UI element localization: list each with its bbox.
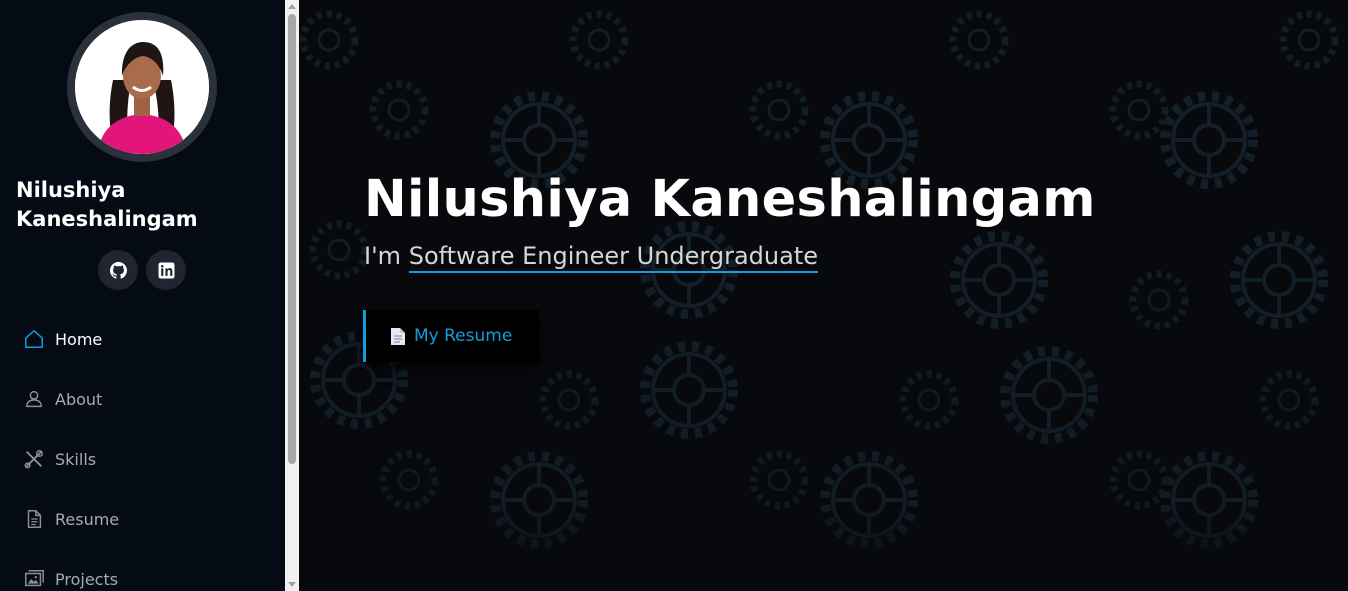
- nav-label-home: Home: [55, 329, 103, 349]
- profile-name: Nilushiya Kaneshalingam: [16, 178, 198, 231]
- scroll-down-arrow-icon[interactable]: [288, 582, 296, 587]
- images-icon: [22, 567, 46, 591]
- sidebar: Nilushiya Kaneshalingam Home About Skill…: [0, 0, 285, 591]
- tools-icon: [22, 447, 46, 471]
- hero-prefix: I'm: [364, 242, 402, 270]
- scrollbar-thumb[interactable]: [288, 14, 296, 464]
- github-link[interactable]: [98, 250, 138, 290]
- my-resume-label: My Resume: [414, 326, 513, 346]
- linkedin-link[interactable]: [146, 250, 186, 290]
- nav-label-skills: Skills: [55, 449, 97, 469]
- home-icon: [22, 327, 46, 351]
- linkedin-icon: [158, 262, 174, 278]
- nav-item-projects[interactable]: Projects: [22, 564, 262, 591]
- avatar: [67, 12, 217, 162]
- profile-photo: [75, 20, 209, 154]
- hero-subtitle: I'm Software Engineer Undergraduate: [364, 242, 819, 273]
- gears-background: [299, 0, 1348, 591]
- nav-label-projects: Projects: [55, 569, 119, 589]
- hero-title: Nilushiya Kaneshalingam: [364, 170, 1096, 229]
- hero-section: Nilushiya Kaneshalingam I'm Software Eng…: [299, 0, 1348, 591]
- scroll-up-arrow-icon[interactable]: [288, 4, 296, 9]
- github-icon: [109, 261, 127, 279]
- sidebar-scrollbar[interactable]: [285, 0, 299, 591]
- hero-typed-text: Software Engineer Undergraduate: [408, 242, 819, 273]
- nav-item-resume[interactable]: Resume: [22, 504, 262, 534]
- document-icon: [391, 327, 405, 345]
- person-icon: [22, 387, 46, 411]
- nav-label-resume: Resume: [55, 509, 120, 529]
- nav-item-home[interactable]: Home: [22, 324, 262, 354]
- nav-item-about[interactable]: About: [22, 384, 262, 414]
- nav-item-skills[interactable]: Skills: [22, 444, 262, 474]
- nav-label-about: About: [55, 389, 103, 409]
- file-icon: [22, 507, 46, 531]
- my-resume-button[interactable]: My Resume: [363, 310, 539, 362]
